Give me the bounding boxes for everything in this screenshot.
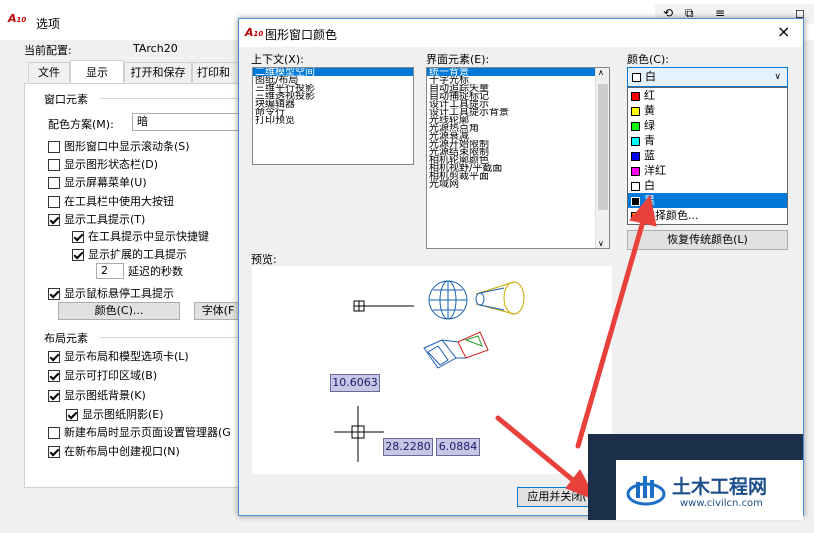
watermark-logo-icon <box>626 476 666 506</box>
arrow-to-apply <box>495 415 583 489</box>
watermark-card: 土木工程网 www.civilcn.com <box>616 460 803 520</box>
arrow-to-black <box>575 215 647 449</box>
arrowhead-icon <box>629 194 657 227</box>
watermark-url: www.civilcn.com <box>680 498 763 509</box>
watermark-title: 土木工程网 <box>672 476 768 498</box>
